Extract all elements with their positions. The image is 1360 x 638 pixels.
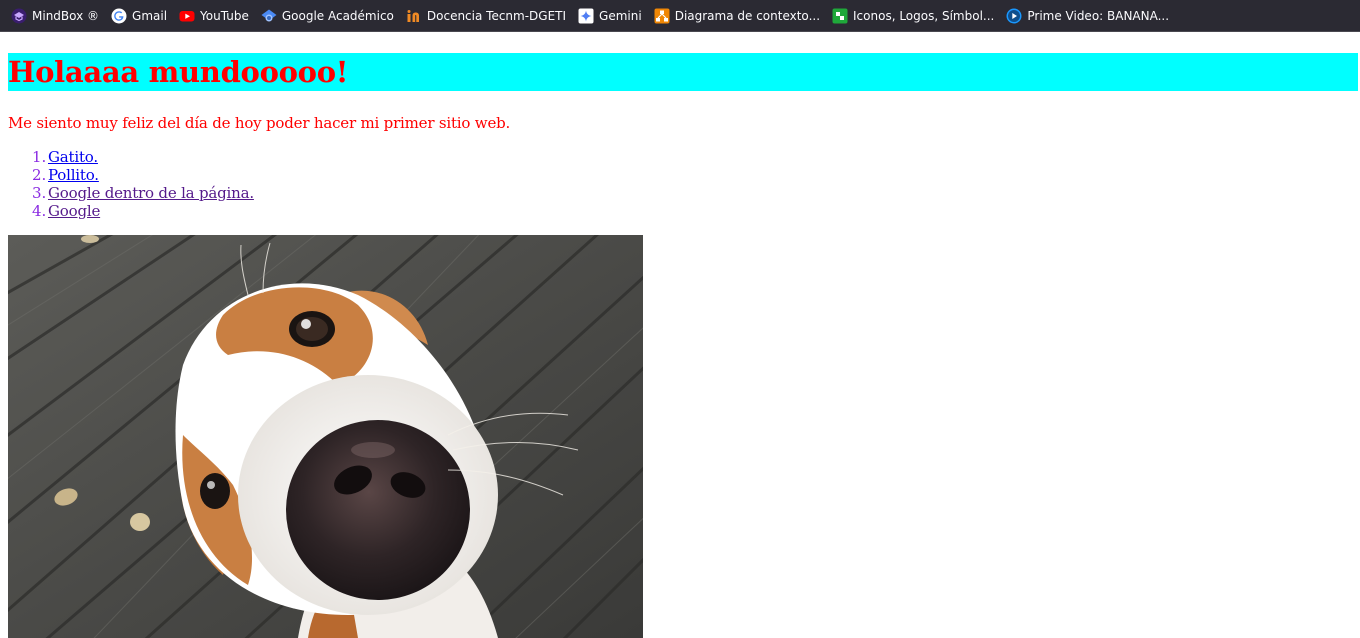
dog-photo [8,235,643,638]
bookmarks-toolbar: MindBox ® Gmail YouTube Google Académico… [0,0,1360,32]
link-google[interactable]: Google [48,202,100,220]
bookmark-docencia[interactable]: Docencia Tecnm-DGETI [406,4,566,28]
youtube-icon [179,8,195,24]
bookmark-label: Google Académico [281,8,394,23]
page-content: Holaaaa mundooooo! Me siento muy feliz d… [0,32,1360,638]
bookmark-label: Iconos, Logos, Símbol... [853,8,995,23]
google-icon [111,8,127,24]
bookmark-gemini[interactable]: Gemini [578,4,642,28]
bookmark-label: Docencia Tecnm-DGETI [426,8,567,23]
list-number: 1. [32,148,47,166]
bookmark-label: Diagrama de contexto... [674,8,821,23]
bookmark-label: MindBox ® [32,8,100,23]
intro-paragraph: Me siento muy feliz del día de hoy poder… [8,114,511,132]
bookmark-iconos[interactable]: Iconos, Logos, Símbol... [832,4,994,28]
google-scholar-icon [261,8,277,24]
diagram-icon [654,8,670,24]
prime-video-icon [1006,8,1022,24]
page-heading: Holaaaa mundooooo! [8,53,1358,91]
list-number: 4. [32,202,47,220]
link-pollito[interactable]: Pollito. [48,166,99,184]
docencia-icon [406,8,422,24]
list-item: 2. Pollito. [8,166,254,184]
link-gatito[interactable]: Gatito. [48,148,98,166]
link-list: 1. Gatito. 2. Pollito. 3. Google dentro … [8,148,254,220]
bookmark-label: Gemini [599,8,642,23]
link-google-inpage[interactable]: Google dentro de la página. [48,184,254,202]
bookmark-google-academico[interactable]: Google Académico [261,4,394,28]
bookmark-prime-video[interactable]: Prime Video: BANANA... [1006,4,1169,28]
mindbox-icon [11,8,27,24]
list-number: 2. [32,166,47,184]
bookmark-mindbox[interactable]: MindBox ® [11,4,99,28]
gemini-icon [578,8,594,24]
list-item: 1. Gatito. [8,148,254,166]
bookmark-label: YouTube [200,8,249,23]
bookmark-diagrama[interactable]: Diagrama de contexto... [654,4,820,28]
icons-site-icon [832,8,848,24]
bookmark-label: Gmail [132,8,168,23]
list-item: 3. Google dentro de la página. [8,184,254,202]
bookmark-gmail[interactable]: Gmail [111,4,167,28]
bookmark-youtube[interactable]: YouTube [179,4,249,28]
list-item: 4. Google [8,202,254,220]
list-number: 3. [32,184,47,202]
dog-illustration [8,235,643,638]
bookmark-label: Prime Video: BANANA... [1027,8,1170,23]
